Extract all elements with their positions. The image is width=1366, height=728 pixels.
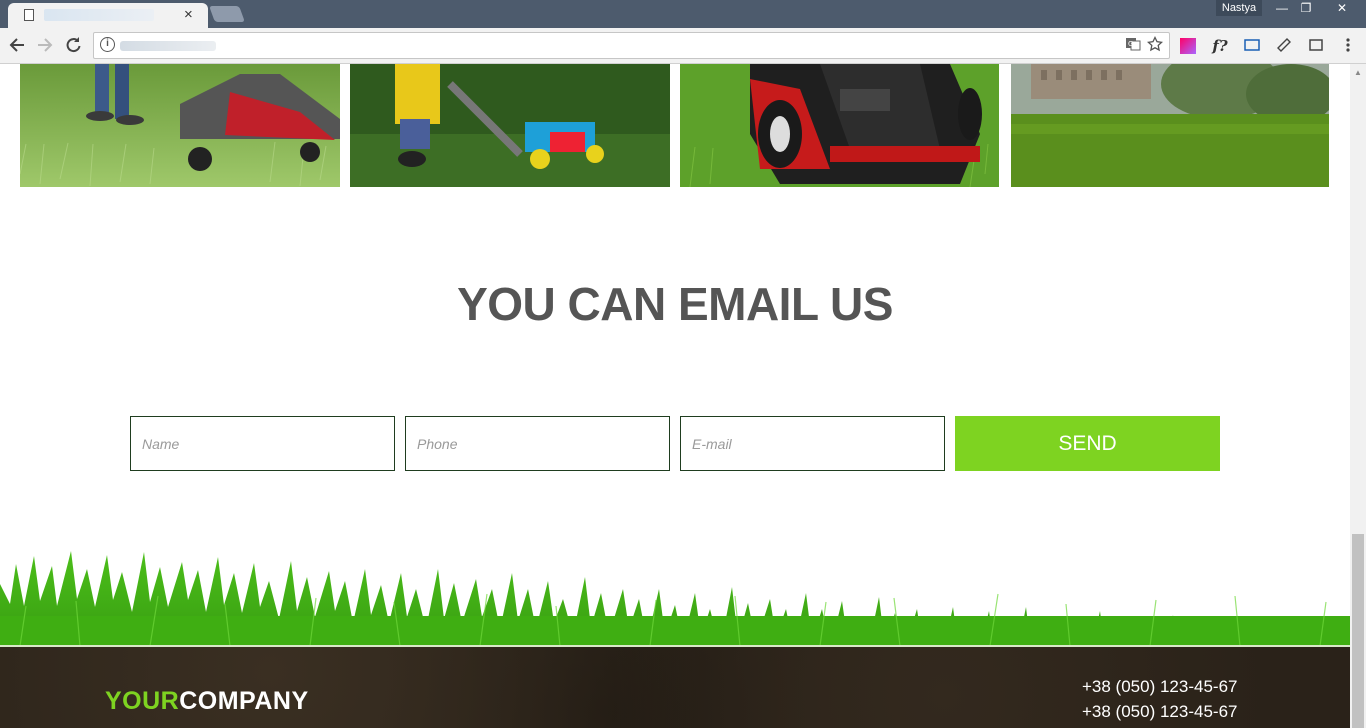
- gallery-image-mower-close: [680, 64, 999, 187]
- forward-icon[interactable]: [34, 34, 56, 56]
- fullscreen-icon[interactable]: [1306, 36, 1326, 56]
- grass-decoration: [0, 551, 1350, 646]
- send-button[interactable]: SEND: [955, 416, 1220, 471]
- footer-phone-1[interactable]: +38 (050) 123-45-67: [1082, 677, 1237, 697]
- screen-capture-icon[interactable]: [1242, 36, 1262, 56]
- gallery-image-toy-mower: [350, 64, 670, 187]
- gallery-image-mower-1: [20, 64, 340, 187]
- page-viewport: YOU CAN EMAIL US SEND YOURCOMPANY +38 (0…: [0, 64, 1350, 728]
- ruler-icon[interactable]: [1274, 36, 1294, 56]
- extension-gradient-icon[interactable]: [1178, 36, 1198, 56]
- footer-phone-2[interactable]: +38 (050) 123-45-67: [1082, 702, 1237, 722]
- logo-main-text: COMPANY: [179, 687, 309, 715]
- restore-button[interactable]: ❐: [1296, 0, 1316, 18]
- translate-icon[interactable]: G: [1125, 36, 1141, 56]
- close-window-button[interactable]: ✕: [1322, 0, 1362, 18]
- tab-close-icon[interactable]: ×: [184, 6, 193, 24]
- new-tab-button[interactable]: [209, 6, 245, 22]
- gallery-image-park-lawn: [1011, 64, 1329, 187]
- scrollbar-thumb[interactable]: [1352, 534, 1364, 728]
- logo-accent-text: YOUR: [105, 687, 180, 715]
- scroll-up-icon[interactable]: ▲: [1354, 68, 1362, 77]
- browser-tab-strip: × Nastya — ❐ ✕: [0, 0, 1366, 28]
- browser-toolbar: i G f?: [0, 28, 1366, 64]
- star-icon[interactable]: [1146, 35, 1164, 56]
- tab-active[interactable]: ×: [8, 3, 208, 28]
- profile-chip[interactable]: Nastya: [1216, 0, 1262, 16]
- url-blurred: [120, 41, 216, 51]
- menu-icon[interactable]: [1338, 36, 1358, 56]
- font-finder-icon[interactable]: f?: [1210, 36, 1230, 56]
- page-scrollbar[interactable]: ▲: [1350, 64, 1366, 728]
- reload-icon[interactable]: [62, 34, 84, 56]
- page-icon: [24, 9, 34, 21]
- svg-text:G: G: [1128, 40, 1133, 48]
- info-icon[interactable]: i: [100, 37, 115, 52]
- tab-title-blurred: [44, 9, 154, 21]
- footer-logo[interactable]: YOURCOMPANY: [105, 687, 309, 716]
- footer: YOURCOMPANY +38 (050) 123-45-67 +38 (050…: [0, 645, 1350, 728]
- address-bar[interactable]: i G: [93, 32, 1170, 59]
- section-heading: YOU CAN EMAIL US: [457, 278, 893, 330]
- name-input[interactable]: [130, 416, 395, 471]
- minimize-button[interactable]: —: [1272, 0, 1292, 18]
- email-input[interactable]: [680, 416, 945, 471]
- phone-input[interactable]: [405, 416, 670, 471]
- back-icon[interactable]: [6, 34, 28, 56]
